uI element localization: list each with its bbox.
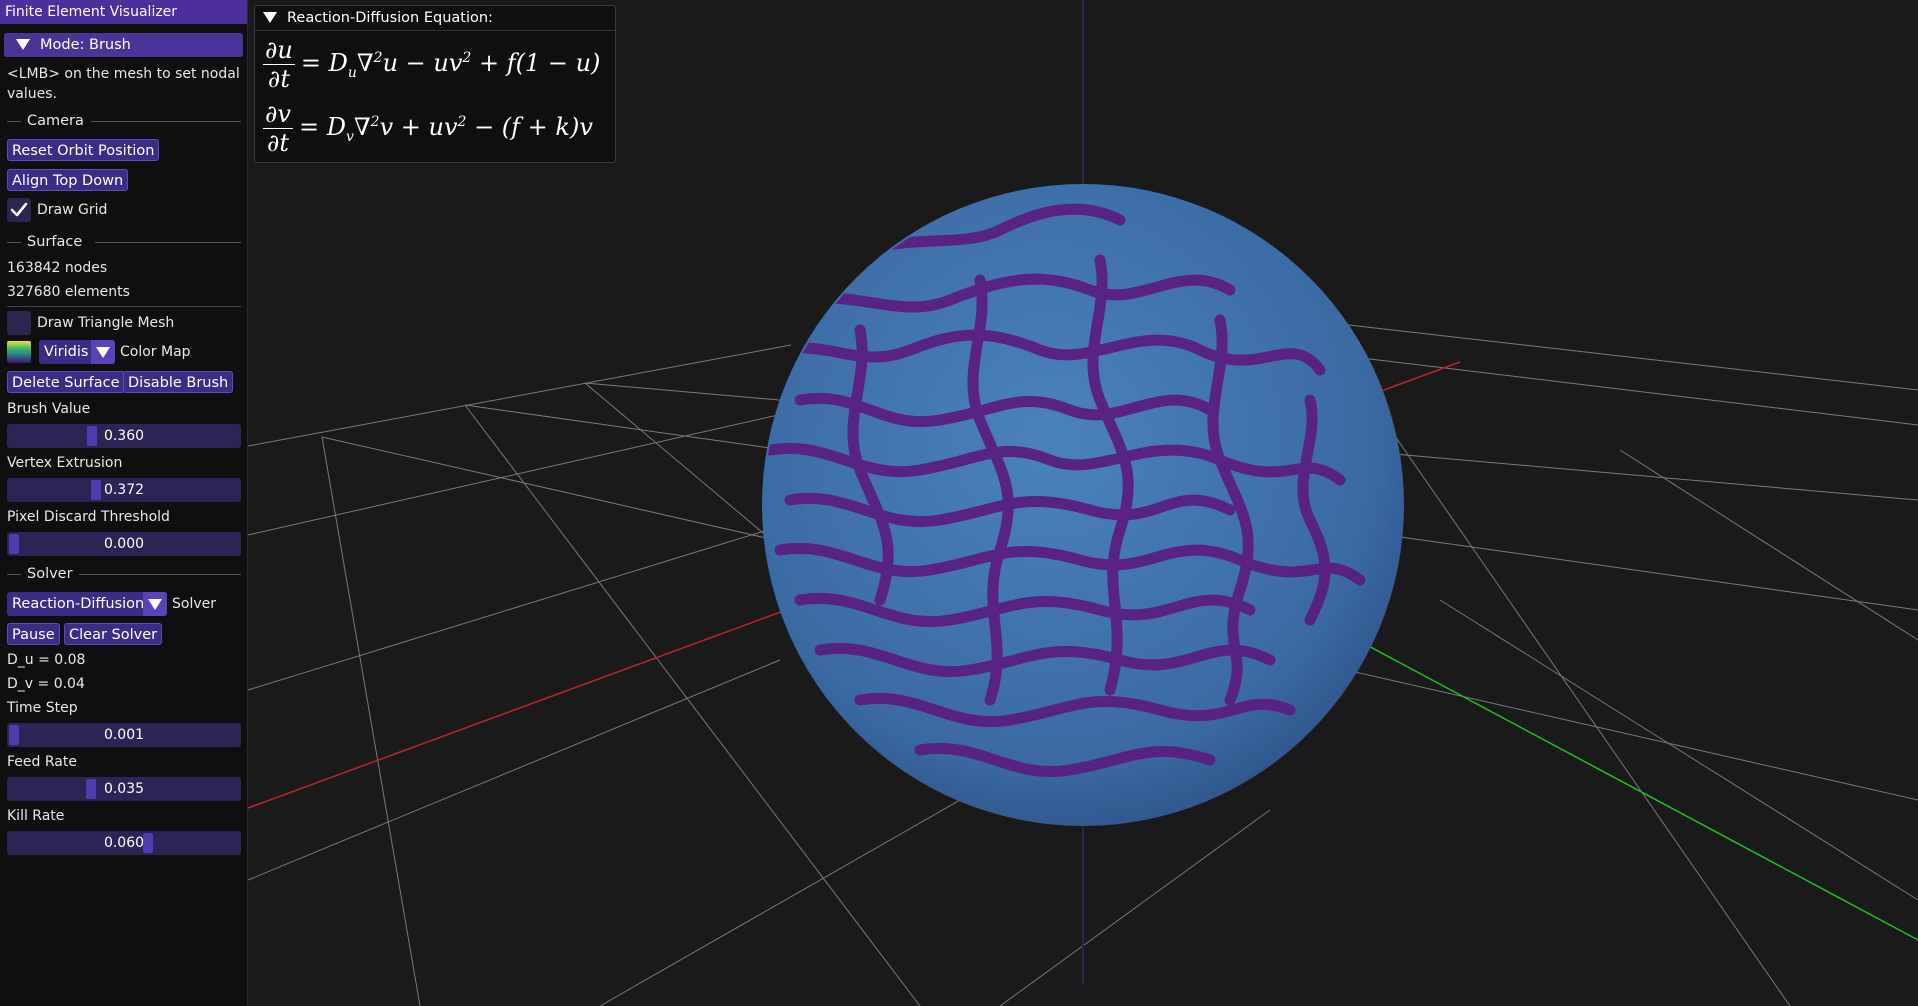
draw-triangle-mesh-label: Draw Triangle Mesh [37,315,175,331]
brush-value: 0.360 [103,428,145,444]
colormap-dropdown[interactable]: Viridis [39,340,115,364]
brush-value-label: Brush Value [7,401,91,417]
kill-rate-label: Kill Rate [7,808,65,824]
vertex-extrusion-slider[interactable]: 0.372 [7,478,241,502]
brush-value-slider[interactable]: 0.360 [7,424,241,448]
slider-grab[interactable] [86,779,96,799]
eq1-numerator: ∂u [263,36,295,65]
vertex-extrusion-value: 0.372 [103,482,145,498]
time-step-value: 0.001 [103,727,145,743]
slider-grab[interactable] [9,534,19,554]
time-step-label: Time Step [7,700,78,716]
dropdown-arrow-icon [91,340,115,364]
dropdown-arrow-icon [143,592,167,616]
slider-grab[interactable] [143,833,153,853]
solver-type-value: Reaction-Diffusion [12,596,145,612]
colormap-label: Color Map [120,344,191,360]
element-count: 327680 elements [7,284,130,300]
eq2-denominator: ∂t [266,129,290,157]
du-readout: D_u = 0.08 [7,652,86,668]
camera-header: Camera [27,113,84,129]
equation-panel: Reaction-Diffusion Equation: ∂u ∂t = Du∇2u… [254,5,616,163]
kill-rate-slider[interactable]: 0.060 [7,831,241,855]
solver-separator: Solver [7,566,241,582]
draw-grid-checkbox[interactable] [7,198,31,222]
eq1-denominator: ∂t [267,65,290,93]
draw-grid-label: Draw Grid [37,202,108,218]
pause-button[interactable]: Pause [7,623,60,645]
feed-rate-slider[interactable]: 0.035 [7,777,241,801]
pixel-discard-value: 0.000 [103,536,145,552]
window-title[interactable]: Finite Element Visualizer [0,0,247,24]
equation-header[interactable]: Reaction-Diffusion Equation: [255,6,615,31]
clear-solver-button[interactable]: Clear Solver [64,623,163,645]
surface-separator: Surface [7,234,241,250]
camera-separator: Camera [7,113,241,129]
equation-title: Reaction-Diffusion Equation: [287,10,493,26]
surface-header: Surface [27,234,83,250]
draw-triangle-mesh-checkbox[interactable] [7,311,31,335]
slider-grab[interactable] [87,426,97,446]
colormap-value: Viridis [44,344,89,360]
solver-header: Solver [27,566,73,582]
align-top-down-button[interactable]: Align Top Down [7,169,129,191]
disable-brush-button[interactable]: Disable Brush [123,371,234,393]
equation-v: ∂v ∂t = Dv∇2v + uv2 − (f + k)v [263,100,593,157]
mode-label: Mode: Brush [40,37,131,53]
colormap-swatch-icon [7,341,31,363]
checkmark-icon [10,202,28,217]
solver-type-dropdown[interactable]: Reaction-Diffusion [7,592,167,616]
mode-hint: <LMB> on the mesh to set nodal values. [7,66,240,102]
slider-grab[interactable] [91,480,101,500]
node-count: 163842 nodes [7,260,108,276]
reaction-diffusion-sphere[interactable] [762,184,1404,826]
reset-orbit-button[interactable]: Reset Orbit Position [7,139,160,161]
feed-rate-label: Feed Rate [7,754,77,770]
mode-header[interactable]: Mode: Brush [4,33,243,57]
vertex-extrusion-label: Vertex Extrusion [7,455,123,471]
dv-readout: D_v = 0.04 [7,676,85,692]
solver-label: Solver [172,596,216,612]
control-panel: Finite Element Visualizer Mode: Brush <L… [0,0,248,1006]
slider-grab[interactable] [9,725,19,745]
eq2-numerator: ∂v [263,100,293,129]
time-step-slider[interactable]: 0.001 [7,723,241,747]
equation-u: ∂u ∂t = Du∇2u − uv2 + f(1 − u) [263,36,601,93]
delete-surface-button[interactable]: Delete Surface [7,371,125,393]
collapse-triangle-icon [263,12,277,23]
divider [7,306,241,307]
pixel-discard-slider[interactable]: 0.000 [7,532,241,556]
kill-rate-value: 0.060 [103,835,145,851]
collapse-triangle-icon [16,39,30,50]
feed-rate-value: 0.035 [103,781,145,797]
pixel-discard-label: Pixel Discard Threshold [7,509,170,525]
